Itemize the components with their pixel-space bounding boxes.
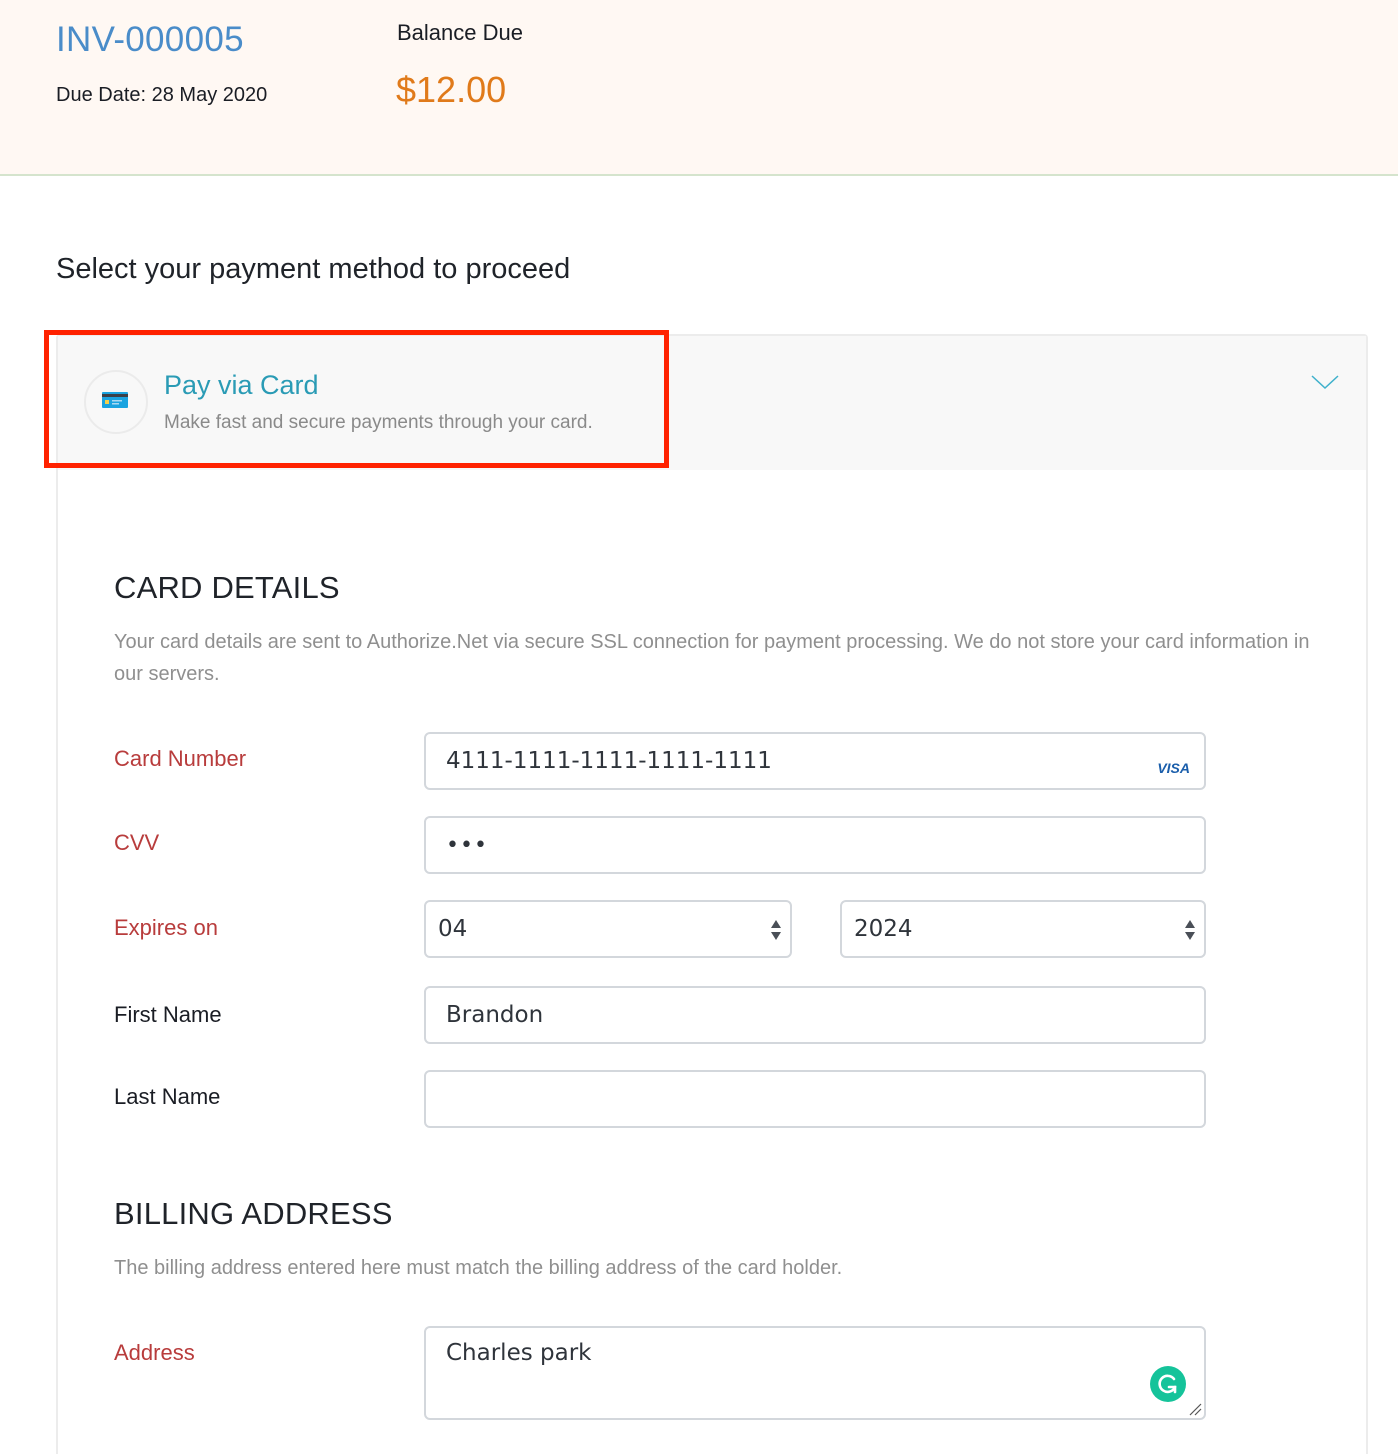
expiry-month-value: 04 bbox=[438, 916, 468, 942]
billing-address-help: The billing address entered here must ma… bbox=[114, 1257, 843, 1279]
due-date: Due Date: 28 May 2020 bbox=[56, 84, 268, 106]
chevron-down-icon[interactable] bbox=[1310, 372, 1340, 392]
balance-due-label: Balance Due bbox=[397, 20, 523, 45]
card-details-heading: CARD DETAILS bbox=[114, 570, 340, 605]
payment-method-prompt: Select your payment method to proceed bbox=[56, 253, 571, 285]
billing-address-heading: BILLING ADDRESS bbox=[114, 1196, 393, 1231]
first-name-label: First Name bbox=[114, 1002, 222, 1027]
card-details-help: Your card details are sent to Authorize.… bbox=[114, 631, 1310, 685]
invoice-number: INV-000005 bbox=[56, 20, 244, 59]
cvv-input[interactable]: ••• bbox=[424, 816, 1206, 874]
updown-arrows-icon bbox=[771, 920, 781, 940]
expires-on-label: Expires on bbox=[114, 915, 218, 940]
first-name-value: Brandon bbox=[446, 1002, 544, 1028]
pay-via-card-option[interactable]: Pay via Card Make fast and secure paymen… bbox=[58, 336, 1366, 470]
visa-icon: VISA bbox=[1157, 760, 1190, 776]
credit-card-icon bbox=[84, 370, 148, 434]
grammarly-icon[interactable] bbox=[1150, 1366, 1186, 1402]
balance-due-amount: $12.00 bbox=[396, 69, 507, 110]
last-name-label: Last Name bbox=[114, 1084, 221, 1109]
resize-handle-icon[interactable] bbox=[1188, 1402, 1202, 1416]
last-name-input[interactable] bbox=[424, 1070, 1206, 1128]
address-textarea[interactable]: Charles park bbox=[424, 1326, 1206, 1420]
method-title: Pay via Card bbox=[164, 370, 319, 400]
updown-arrows-icon bbox=[1185, 920, 1195, 940]
card-number-input[interactable]: 4111-1111-1111-1111-1111 VISA bbox=[424, 732, 1206, 790]
address-value: Charles park bbox=[446, 1340, 592, 1366]
card-number-value: 4111-1111-1111-1111-1111 bbox=[446, 748, 772, 774]
expiry-year-select[interactable]: 2024 bbox=[840, 900, 1206, 958]
expiry-month-select[interactable]: 04 bbox=[424, 900, 792, 958]
expiry-year-value: 2024 bbox=[854, 916, 913, 942]
card-number-label: Card Number bbox=[114, 746, 247, 771]
cvv-value: ••• bbox=[446, 833, 488, 858]
cvv-label: CVV bbox=[114, 830, 160, 855]
invoice-header: INV-000005 Due Date: 28 May 2020 Balance… bbox=[0, 0, 1398, 176]
payment-method-panel: Pay via Card Make fast and secure paymen… bbox=[56, 334, 1368, 1454]
first-name-input[interactable]: Brandon bbox=[424, 986, 1206, 1044]
address-label: Address bbox=[114, 1340, 195, 1365]
method-description: Make fast and secure payments through yo… bbox=[164, 412, 593, 433]
